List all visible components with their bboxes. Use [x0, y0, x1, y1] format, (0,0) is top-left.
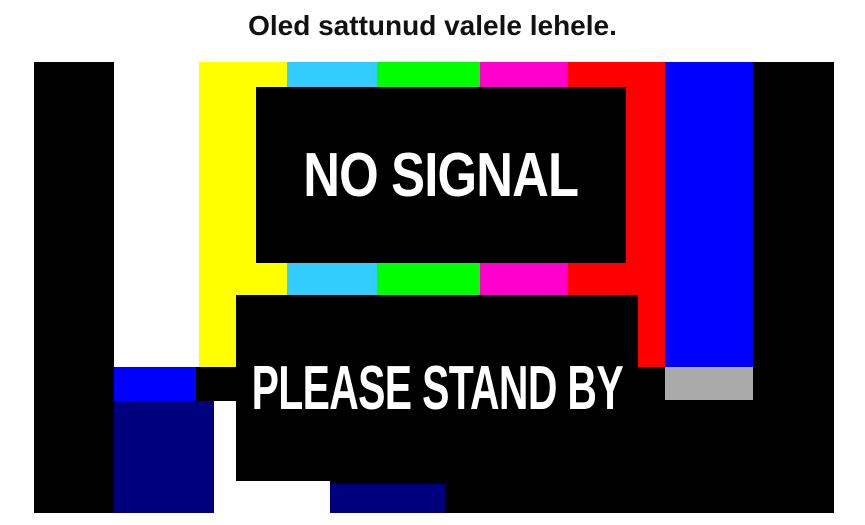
navy-block-bottom: [330, 484, 445, 513]
no-signal-test-pattern-image: NO SIGNAL PLEASE STAND BY: [34, 62, 834, 513]
white-bar: [114, 62, 199, 367]
blue-strip: [114, 367, 196, 401]
no-signal-box: NO SIGNAL: [256, 87, 626, 263]
blue-bar: [665, 62, 753, 367]
no-signal-text: NO SIGNAL: [303, 140, 579, 210]
stand-by-box: PLEASE STAND BY: [236, 295, 638, 481]
navy-block-left: [114, 401, 214, 513]
page-heading: Oled sattunud valele lehele.: [248, 10, 617, 41]
stand-by-text: PLEASE STAND BY: [251, 353, 623, 423]
gray-strip: [665, 367, 753, 400]
